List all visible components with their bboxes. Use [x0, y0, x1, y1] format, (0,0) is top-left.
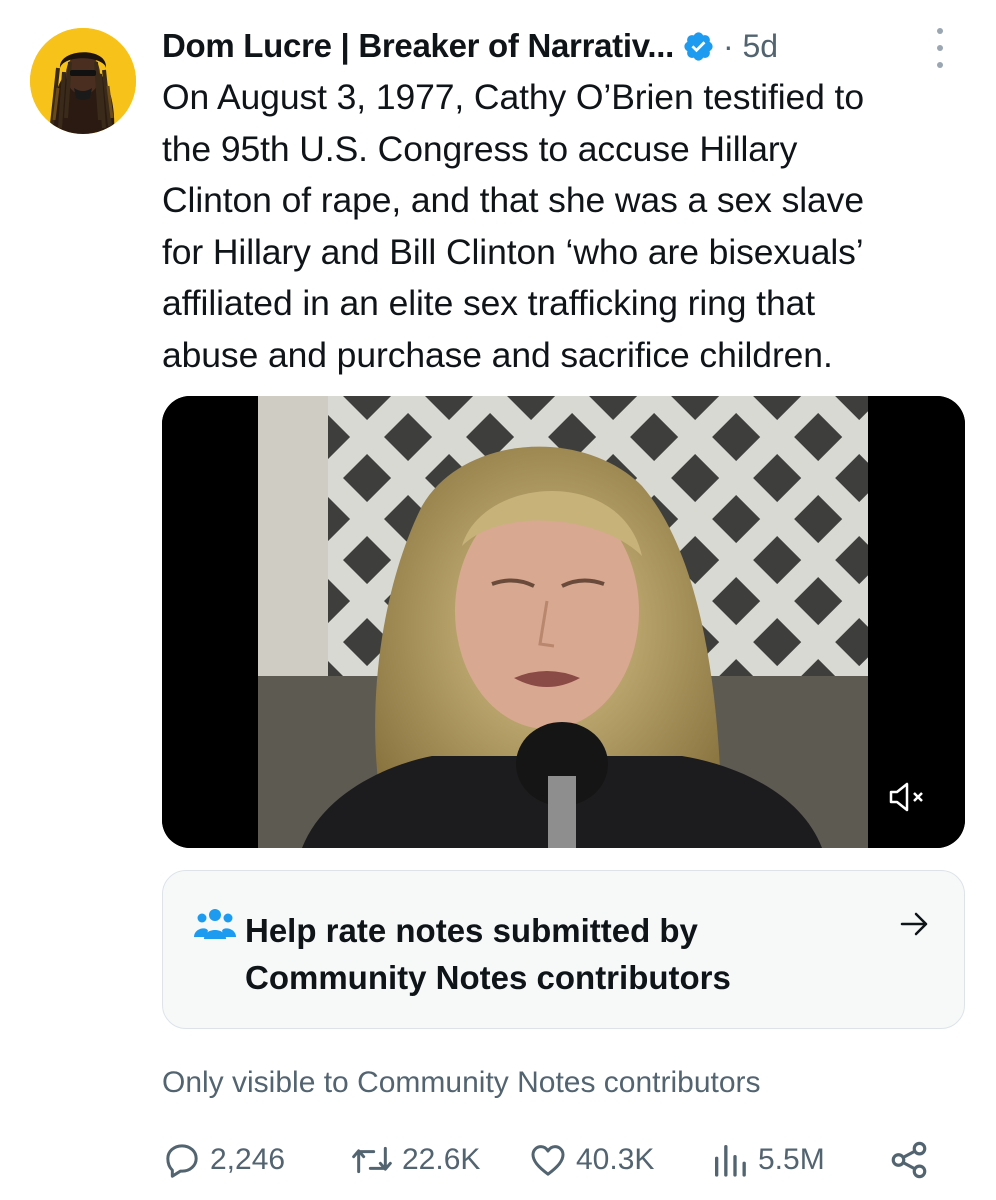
- author-name[interactable]: Dom Lucre | Breaker of Narrativ...: [162, 27, 674, 65]
- community-notes-title-line: Help rate notes submitted by: [245, 912, 698, 949]
- reply-count: 2,246: [210, 1143, 286, 1176]
- avatar-image: [30, 28, 136, 134]
- verified-badge-icon: [682, 30, 715, 63]
- community-notes-icon: [193, 907, 237, 941]
- like-icon: [531, 1145, 565, 1176]
- views-icon: [715, 1145, 746, 1177]
- post-text-line: for Hillary and Bill Clinton ‘who are bi…: [162, 231, 864, 272]
- post-text-line: On August 3, 1977, Cathy O’Brien testifi…: [162, 77, 864, 117]
- retweet-icon: [352, 1146, 392, 1174]
- post-text-line: the 95th U.S. Congress to accuse Hillary: [162, 128, 798, 169]
- community-notes-card[interactable]: Help rate notes submitted by Community N…: [162, 870, 965, 1029]
- notes-visibility-text: Only visible to Community Notes contribu…: [162, 1066, 761, 1099]
- arrow-right-icon[interactable]: [900, 911, 930, 937]
- post-time[interactable]: · 5d: [723, 28, 778, 65]
- retweet-button[interactable]: 22.6K: [350, 1135, 480, 1185]
- reply-button[interactable]: 2,246: [162, 1135, 285, 1185]
- post-text-line: abuse and purchase and sacrifice childre…: [162, 334, 833, 375]
- action-bar: 2,246 22.6K 40.3K 5.5M: [162, 1135, 952, 1185]
- reply-icon: [166, 1144, 198, 1178]
- avatar[interactable]: [30, 28, 136, 134]
- post-header: Dom Lucre | Breaker of Narrativ... · 5d: [162, 24, 962, 68]
- views-button[interactable]: 5.5M: [710, 1135, 825, 1185]
- post-text-line: affiliated in an elite sex trafficking r…: [162, 283, 815, 323]
- like-button[interactable]: 40.3K: [528, 1135, 654, 1185]
- post-text-line: Clinton of rape, and that she was a sex …: [162, 180, 864, 220]
- community-notes-title-line: Community Notes contributors: [245, 959, 731, 996]
- community-notes-title: Help rate notes submitted by Community N…: [245, 907, 885, 1001]
- post-text: On August 3, 1977, Cathy O’Brien testifi…: [162, 72, 962, 381]
- video-player[interactable]: [162, 396, 965, 848]
- volume-muted-icon[interactable]: [887, 780, 927, 814]
- video-frame: [162, 396, 965, 848]
- share-icon: [891, 1141, 927, 1179]
- retweet-count: 22.6K: [402, 1143, 481, 1176]
- like-count: 40.3K: [576, 1143, 655, 1176]
- views-count: 5.5M: [758, 1143, 825, 1176]
- share-button[interactable]: [888, 1135, 938, 1185]
- more-options-icon[interactable]: [932, 28, 948, 68]
